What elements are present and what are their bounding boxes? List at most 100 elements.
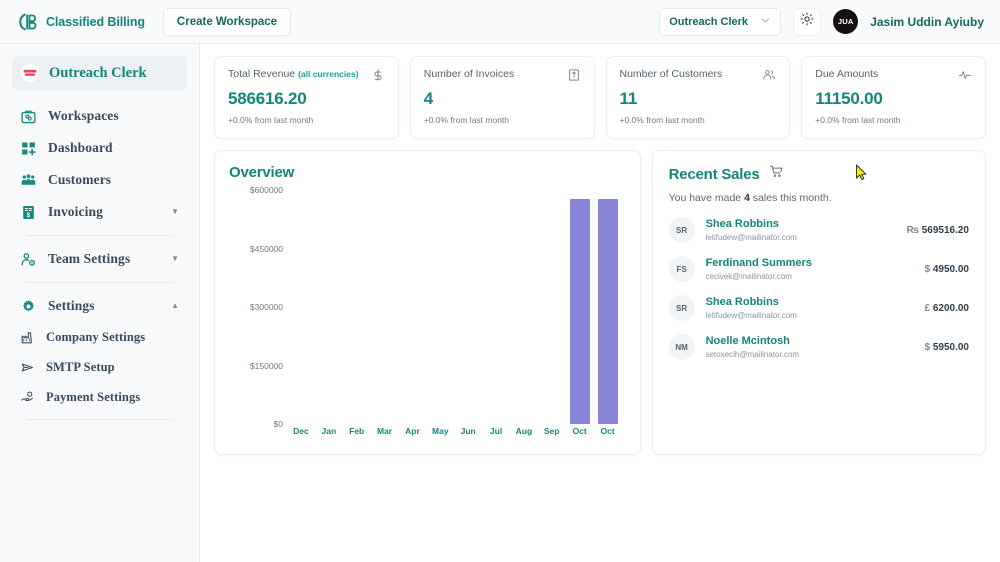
overview-title: Overview <box>229 164 295 181</box>
sidebar-active-workspace-label: Outreach Clerk <box>49 64 147 81</box>
stat-change: +0.0% from last month <box>423 115 510 125</box>
sidebar: Outreach Clerk Workspaces Dashboard Cust… <box>0 44 200 562</box>
sale-amount: $ 4950.00 <box>924 263 970 275</box>
chart-bar-column <box>482 190 510 424</box>
sale-avatar: SR <box>668 217 695 243</box>
stat-value: 586616.20 <box>228 89 307 108</box>
users-icon <box>20 172 37 189</box>
gear-icon <box>20 298 37 315</box>
stat-value: 4 <box>423 89 434 108</box>
chevron-down-icon[interactable]: ▼ <box>171 208 179 216</box>
stat-title-text: Number of Customers <box>619 68 723 80</box>
sale-amount: $ 5950.00 <box>924 341 970 353</box>
chart-x-tick-label: Oct <box>572 426 587 436</box>
chart-bar-column <box>594 190 622 424</box>
chart-x-tick-label: Jul <box>489 426 503 436</box>
dollar-icon <box>371 68 385 82</box>
sidebar-item-workspaces[interactable]: Workspaces <box>12 100 187 132</box>
chart-bar-column <box>343 190 371 424</box>
user-name[interactable]: Jasim Uddin Ayiuby <box>870 15 984 29</box>
sale-customer-name[interactable]: Ferdinand Summers <box>706 257 812 269</box>
stat-change: +0.0% from last month <box>228 115 314 125</box>
sidebar-item-payment-settings[interactable]: Payment Settings <box>12 382 187 412</box>
chart-x-tick-label: Feb <box>349 426 365 436</box>
sale-row[interactable]: SR Shea Robbins letifudew@mailinator.com ₨ … <box>668 217 969 243</box>
sidebar-nav: Workspaces Dashboard Customers $ Invoici… <box>0 100 199 427</box>
stat-title: Total Revenue (all currencies) <box>228 68 359 80</box>
chart-x-axis: Dec Jan Feb Mar Apr May Jun Jul Aug Sep Oct Oct <box>287 426 622 446</box>
chart-y-axis: $600000 $450000 $300000 $150000 $0 <box>229 185 287 446</box>
sale-info: Noelle Mcintosh setoxecih@mailinator.com <box>706 335 800 359</box>
chart-x-tick-label: Dec <box>293 426 309 436</box>
sidebar-item-customers[interactable]: Customers <box>12 164 187 196</box>
sidebar-item-label: Dashboard <box>48 140 113 155</box>
invoice-icon: $ <box>20 204 37 221</box>
sale-row[interactable]: SR Shea Robbins letifudew@mailinator.com £ … <box>668 295 969 321</box>
sale-customer-name[interactable]: Noelle Mcintosh <box>706 335 800 347</box>
sale-info: Shea Robbins letifudew@mailinator.com <box>706 296 797 320</box>
stat-title: Number of Customers <box>620 68 723 80</box>
activity-icon <box>958 68 972 82</box>
cb-monogram-icon <box>16 11 38 33</box>
stats-row: Total Revenue (all currencies) 586616.20… <box>214 56 986 139</box>
stat-title: Due Amounts <box>815 68 878 80</box>
panels-row: Overview $600000 $450000 $300000 $150000 $0 … <box>214 150 986 455</box>
send-icon <box>20 360 35 375</box>
chart-y-tick-label: $150000 <box>249 360 283 371</box>
sale-row[interactable]: NM Noelle Mcintosh setoxecih@mailinator.co… <box>668 334 970 360</box>
sale-avatar: NM <box>668 334 695 360</box>
stat-card-number-of-customers: Number of Customers 11 +0.0% from last m… <box>605 56 791 139</box>
workspace-select[interactable]: Outreach Clerk <box>659 7 782 36</box>
briefcase-icon <box>20 108 37 125</box>
user-gear-icon <box>20 251 37 268</box>
sale-avatar: SR <box>668 295 695 321</box>
sidebar-divider <box>26 282 173 283</box>
sidebar-item-invoicing[interactable]: $ Invoicing ▼ <box>12 196 187 228</box>
theme-toggle-button[interactable] <box>793 7 822 36</box>
hand-coin-icon <box>20 390 35 405</box>
sale-info: Shea Robbins letifudew@mailinator.com <box>706 218 797 242</box>
chart-y-tick-label: $0 <box>273 419 283 429</box>
avatar[interactable]: JUA <box>833 9 859 34</box>
sidebar-divider <box>26 419 173 420</box>
create-workspace-button[interactable]: Create Workspace <box>162 7 292 36</box>
overview-bar-chart: $600000 $450000 $300000 $150000 $0 Dec Jan Feb… <box>229 185 626 446</box>
recent-sales-subtitle: You have made 4 sales this month. <box>669 192 969 204</box>
chart-x-tick-label: Apr <box>405 426 420 436</box>
workspace-select-value: Outreach Clerk <box>669 15 749 28</box>
chart-bar-column <box>287 190 315 424</box>
workspace-logo-icon <box>20 63 40 83</box>
sidebar-active-workspace[interactable]: Outreach Clerk <box>12 56 187 90</box>
people-icon <box>762 68 776 82</box>
recent-sales-list: SR Shea Robbins letifudew@mailinator.com ₨ … <box>668 217 970 360</box>
stat-title-suffix: (all currencies) <box>298 69 359 79</box>
sales-subtitle-prefix: You have made <box>668 192 745 204</box>
sidebar-item-settings[interactable]: Settings ▲ <box>12 290 187 322</box>
chevron-up-icon[interactable]: ▲ <box>171 302 179 310</box>
sidebar-item-company-settings[interactable]: Company Settings <box>12 322 187 352</box>
sale-avatar: FS <box>668 256 695 282</box>
chart-x-tick-label: Oct <box>600 426 615 436</box>
chart-y-tick-label: $300000 <box>249 302 283 312</box>
sale-customer-name[interactable]: Shea Robbins <box>706 218 797 230</box>
sidebar-item-label: SMTP Setup <box>46 359 115 374</box>
recent-sales-panel: Recent Sales You have made 4 sales this … <box>651 150 986 455</box>
sale-info: Ferdinand Summers cecivek@mailinator.com <box>706 257 812 281</box>
sale-customer-email: setoxecih@mailinator.com <box>705 350 800 359</box>
sale-amount: ₨ 569516.20 <box>906 224 969 236</box>
stat-title: Number of Invoices <box>424 68 514 80</box>
cart-icon <box>769 164 784 184</box>
sale-currency-symbol: $ <box>924 263 931 275</box>
sidebar-item-team-settings[interactable]: Team Settings ▼ <box>12 243 187 275</box>
sale-customer-email: letifudew@mailinator.com <box>705 311 797 320</box>
stat-change: +0.0% from last month <box>815 115 901 125</box>
chevron-down-icon[interactable]: ▼ <box>171 255 179 263</box>
chart-bar-column <box>399 190 427 424</box>
brand[interactable]: Classified Billing <box>16 11 145 33</box>
sale-customer-name[interactable]: Shea Robbins <box>706 296 797 308</box>
sidebar-item-smtp-setup[interactable]: SMTP Setup <box>12 352 187 382</box>
sidebar-item-dashboard[interactable]: Dashboard <box>12 132 187 164</box>
chart-x-tick-label: Jan <box>321 426 337 436</box>
sale-row[interactable]: FS Ferdinand Summers cecivek@mailinator.co… <box>668 256 970 282</box>
chart-bar-column <box>371 190 399 424</box>
